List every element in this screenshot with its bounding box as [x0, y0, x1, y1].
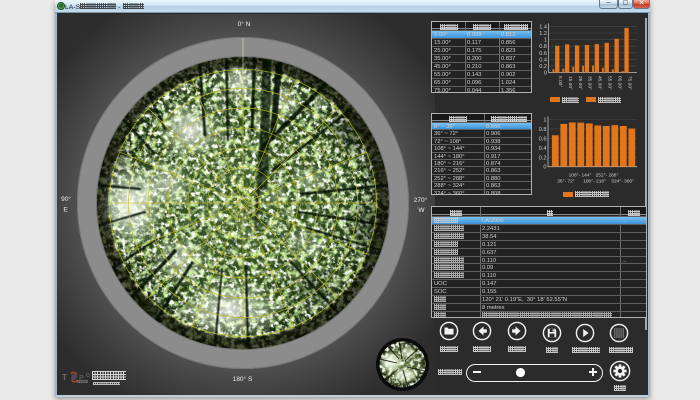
- svg-text:E: E: [63, 207, 68, 214]
- svg-text:T: T: [62, 373, 67, 382]
- svg-text:1: 1: [543, 118, 546, 124]
- svg-text:324°- 360°: 324°- 360°: [611, 179, 634, 185]
- svg-text:108°- 144°: 108°- 144°: [569, 173, 592, 179]
- svg-text:W: W: [418, 207, 425, 214]
- svg-text:252°- 288°: 252°- 288°: [596, 173, 619, 179]
- svg-text:1: 1: [544, 38, 547, 44]
- svg-text:65.00°: 65.00°: [616, 76, 622, 90]
- svg-text:1.4: 1.4: [539, 24, 547, 30]
- svg-text:15.00°: 15.00°: [567, 76, 573, 90]
- svg-text:5.00°: 5.00°: [557, 76, 563, 87]
- svg-text:0.8: 0.8: [539, 127, 547, 133]
- svg-text:0° N: 0° N: [238, 20, 251, 28]
- svg-text:90°: 90°: [61, 195, 71, 203]
- svg-text:0.6: 0.6: [539, 51, 547, 57]
- svg-text:36°- 72°: 36°- 72°: [557, 179, 575, 185]
- svg-text:35.00°: 35.00°: [587, 76, 593, 90]
- svg-text:75.00°: 75.00°: [626, 76, 632, 90]
- svg-text:1.2: 1.2: [539, 31, 547, 37]
- svg-text:0.8: 0.8: [539, 44, 547, 50]
- svg-text:0.2: 0.2: [539, 64, 547, 70]
- svg-text:25.00°: 25.00°: [577, 76, 583, 90]
- svg-text:0.6: 0.6: [539, 136, 547, 142]
- svg-text:180°- 216°: 180°- 216°: [583, 179, 606, 185]
- svg-text:0.4: 0.4: [539, 57, 547, 63]
- svg-text:55.00°: 55.00°: [607, 76, 613, 90]
- svg-text:0.4: 0.4: [539, 146, 547, 152]
- svg-text:0: 0: [543, 165, 546, 171]
- svg-text:180° S: 180° S: [233, 375, 253, 383]
- svg-text:0: 0: [544, 71, 547, 77]
- svg-text:45.00°: 45.00°: [597, 76, 603, 90]
- svg-text:0.2: 0.2: [539, 155, 547, 161]
- svg-text:270°: 270°: [414, 196, 428, 204]
